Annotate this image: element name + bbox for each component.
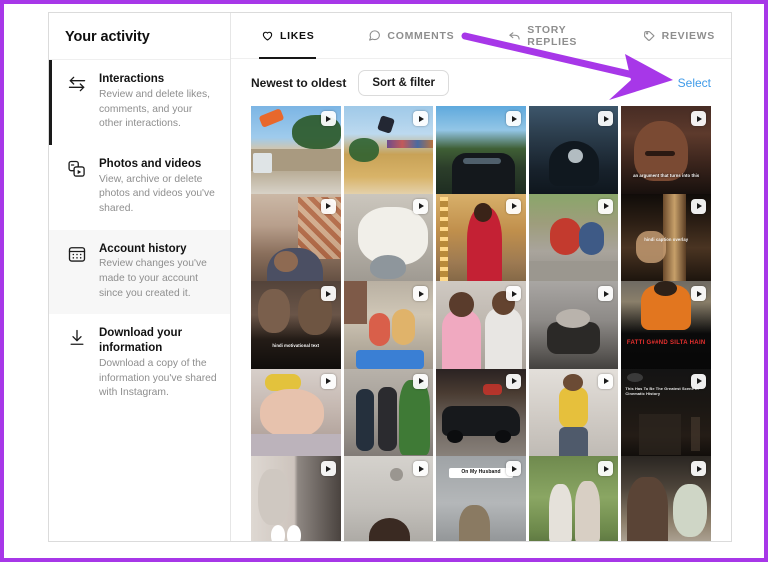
grid-item[interactable]: FATTI G##ND SILTA HAIN [621,281,711,374]
reel-play-icon [506,286,521,301]
grid-item[interactable] [529,106,619,199]
grid-item[interactable]: hindi caption overlay [621,194,711,287]
grid-item[interactable] [344,194,434,287]
reel-play-icon [691,461,706,476]
grid-item[interactable]: hindi motivational text [251,281,341,374]
reel-play-icon [413,111,428,126]
grid-item[interactable] [436,281,526,374]
instagram-your-activity-window: Your activity Interactions Review and de… [48,12,732,542]
grid-item[interactable] [344,106,434,199]
page-title: Your activity [65,29,214,45]
grid-toolbar: Newest to oldest Sort & filter Select [231,59,731,106]
photos-videos-icon [66,159,88,181]
thumbnail-caption: hindi motivational text [255,343,337,349]
grid-item[interactable]: This Has To Be The Greatest Scene In Cin… [621,369,711,462]
reel-play-icon [506,199,521,214]
tag-icon [643,29,656,42]
sidebar-item-description: Review and delete likes, comments, and y… [99,88,218,132]
thumbnail-caption: On My Husband [449,468,514,478]
sidebar-item-photos-and-videos[interactable]: Photos and videos View, archive or delet… [49,145,230,230]
grid-item[interactable]: On My Husband [436,456,526,541]
grid-item[interactable] [621,456,711,541]
sidebar: Your activity Interactions Review and de… [49,13,231,541]
annotated-screenshot-frame: Your activity Interactions Review and de… [0,0,768,562]
grid-item[interactable] [529,281,619,374]
sidebar-item-account-history[interactable]: Account history Review changes you've ma… [49,230,230,315]
sidebar-item-label: Account history [99,242,218,257]
thumbnail-caption: hindi caption overlay [625,237,707,243]
sort-and-filter-button[interactable]: Sort & filter [358,70,449,96]
reel-play-icon [321,111,336,126]
tab-comments[interactable]: COMMENTS [366,13,456,58]
reel-play-icon [506,461,521,476]
reel-play-icon [598,461,613,476]
reel-play-icon [413,199,428,214]
liked-posts-grid: an argument that turns into this [231,106,731,541]
grid-item[interactable] [251,106,341,199]
reel-play-icon [691,199,706,214]
reel-play-icon [506,374,521,389]
grid-item[interactable] [529,194,619,287]
sidebar-item-download-your-information[interactable]: Download your information Download a cop… [49,314,230,414]
grid-item[interactable] [344,281,434,374]
sidebar-item-description: Review changes you've made to your accou… [99,257,218,301]
tab-label: STORY REPLIES [527,24,588,48]
select-link[interactable]: Select [678,76,711,90]
sidebar-item-label: Interactions [99,72,218,87]
download-icon [66,328,88,350]
main-content: LIKES COMMENTS [231,13,731,541]
thumbnail-caption: an argument that turns into this [625,173,707,179]
grid-item[interactable] [251,194,341,287]
thumbnail-caption: FATTI G##ND SILTA HAIN [625,339,707,348]
reply-arrow-icon [508,29,521,42]
sidebar-item-label: Photos and videos [99,157,218,172]
sidebar-item-label: Download your information [99,326,218,356]
reel-play-icon [321,199,336,214]
reel-play-icon [598,111,613,126]
grid-item[interactable]: an argument that turns into this [621,106,711,199]
tab-reviews[interactable]: REVIEWS [641,13,717,58]
reel-play-icon [321,374,336,389]
reel-play-icon [691,286,706,301]
tab-label: LIKES [280,30,314,42]
activity-tabbar: LIKES COMMENTS [231,13,731,59]
tab-likes[interactable]: LIKES [259,13,316,58]
reel-play-icon [691,111,706,126]
sort-order-label: Newest to oldest [251,76,346,90]
grid-item[interactable] [436,369,526,462]
reel-play-icon [413,286,428,301]
reel-play-icon [413,461,428,476]
sidebar-item-interactions[interactable]: Interactions Review and delete likes, co… [49,60,230,145]
reel-play-icon [691,374,706,389]
grid-item[interactable] [344,456,434,541]
reel-play-icon [413,374,428,389]
reel-play-icon [321,286,336,301]
comment-icon [368,29,381,42]
tab-story-replies[interactable]: STORY REPLIES [506,13,590,58]
reel-play-icon [506,111,521,126]
grid-item[interactable] [251,369,341,462]
grid-item[interactable] [529,456,619,541]
grid-item[interactable] [436,106,526,199]
tab-label: COMMENTS [387,30,454,42]
grid-item[interactable] [344,369,434,462]
reel-play-icon [321,461,336,476]
grid-item[interactable] [251,456,341,541]
reel-play-icon [598,199,613,214]
sidebar-item-description: Download a copy of the information you'v… [99,357,218,401]
calendar-icon [66,244,88,266]
reel-play-icon [598,374,613,389]
grid-item[interactable] [436,194,526,287]
sidebar-item-description: View, archive or delete photos and video… [99,173,218,217]
tab-label: REVIEWS [662,30,715,42]
interactions-arrows-icon [66,74,88,96]
sidebar-header: Your activity [49,13,230,60]
grid-item[interactable] [529,369,619,462]
reel-play-icon [598,286,613,301]
heart-icon [261,29,274,42]
